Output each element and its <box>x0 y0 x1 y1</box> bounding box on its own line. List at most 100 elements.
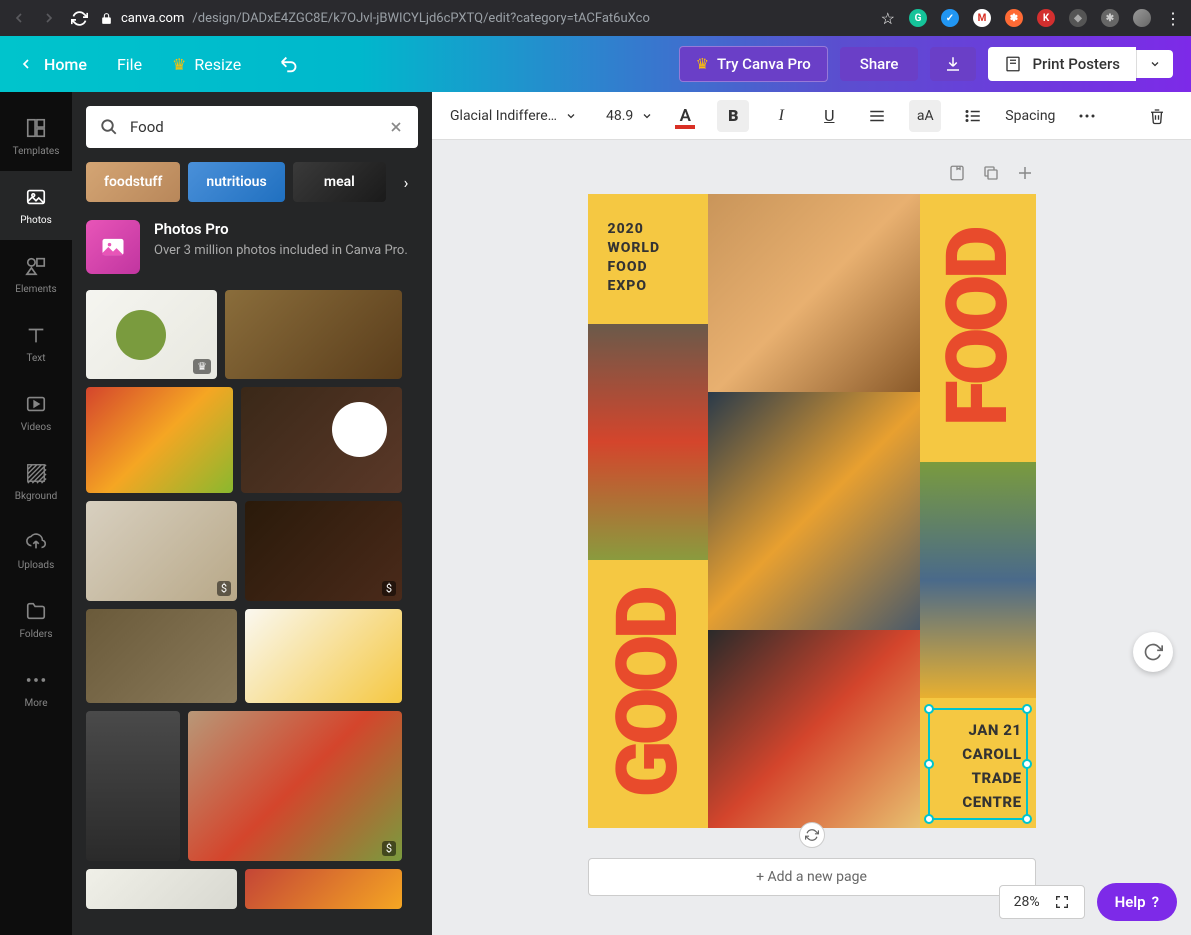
rail-videos[interactable]: Videos <box>0 378 72 447</box>
photo-thumb[interactable] <box>86 869 237 909</box>
ext-gmail[interactable]: M <box>973 9 991 27</box>
home-button[interactable]: Home <box>18 55 87 74</box>
list-button[interactable] <box>957 100 989 132</box>
avatar[interactable] <box>1133 9 1151 27</box>
pro-title: Photos Pro <box>154 220 408 238</box>
underline-button[interactable]: U <box>813 100 845 132</box>
selection-handle[interactable] <box>924 759 934 769</box>
browser-reload[interactable] <box>70 9 88 27</box>
font-select[interactable]: Glacial Indiffere… <box>450 108 590 124</box>
poster-headline[interactable]: 2020 WORLD FOOD EXPO <box>588 194 708 324</box>
selection-handle[interactable] <box>1022 759 1032 769</box>
ext-evernote[interactable]: ◆ <box>1069 9 1087 27</box>
filter-next[interactable]: › <box>394 173 418 192</box>
clear-icon[interactable] <box>388 119 404 135</box>
size-select[interactable]: 48.9 <box>606 108 653 124</box>
zoom-control[interactable]: 28% <box>999 885 1085 919</box>
rail-bkground[interactable]: Bkground <box>0 447 72 516</box>
rotate-fab[interactable] <box>1133 632 1173 672</box>
delete-button[interactable] <box>1141 100 1173 132</box>
duplicate-icon[interactable] <box>982 164 1002 184</box>
poster-image[interactable] <box>708 630 920 828</box>
resize-button[interactable]: ♛ Resize <box>172 55 241 74</box>
add-page-button[interactable]: + Add a new page <box>588 858 1036 896</box>
ext-k[interactable]: K <box>1037 9 1055 27</box>
filter-meal[interactable]: meal <box>293 162 386 202</box>
photo-thumb[interactable] <box>245 609 402 703</box>
url-bar[interactable]: canva.com/design/DADxE4ZGC8E/k7OJvl-jBWI… <box>100 11 869 26</box>
photo-thumb[interactable] <box>86 609 237 703</box>
photo-thumb[interactable]: $ <box>188 711 402 861</box>
try-pro-button[interactable]: ♛ Try Canva Pro <box>679 46 828 82</box>
fullscreen-icon[interactable] <box>1054 894 1070 910</box>
spacing-button[interactable]: Spacing <box>1005 108 1055 124</box>
rail-uploads[interactable]: Uploads <box>0 516 72 585</box>
rail-photos[interactable]: Photos <box>0 171 72 240</box>
ext-grey[interactable]: ✱ <box>1101 9 1119 27</box>
elements-icon <box>24 254 48 278</box>
panel-toggle[interactable]: ‹ <box>424 512 432 592</box>
page-tools <box>588 164 1036 184</box>
selection-handle[interactable] <box>924 704 934 714</box>
filter-row: foodstuff nutritious meal › <box>86 162 418 202</box>
photo-thumb[interactable]: ♛ <box>86 290 217 379</box>
case-button[interactable]: aA <box>909 100 941 132</box>
more-button[interactable] <box>1071 100 1103 132</box>
photo-thumb[interactable]: $ <box>86 501 237 601</box>
pro-banner[interactable]: Photos Pro Over 3 million photos include… <box>86 220 418 274</box>
search-box[interactable] <box>86 106 418 148</box>
poster-image[interactable] <box>708 392 920 630</box>
selection-handle[interactable] <box>1022 704 1032 714</box>
canvas-scroll[interactable]: 2020 WORLD FOOD EXPO FOOD GOOD <box>432 140 1191 935</box>
bold-button[interactable]: B <box>717 100 749 132</box>
italic-button[interactable]: I <box>765 100 797 132</box>
ext-check[interactable]: ✓ <box>941 9 959 27</box>
rail-elements[interactable]: Elements <box>0 240 72 309</box>
nav-rail: Templates Photos Elements Text Videos Bk… <box>0 92 72 935</box>
undo-button[interactable] <box>279 53 301 75</box>
poster-canvas[interactable]: 2020 WORLD FOOD EXPO FOOD GOOD <box>588 194 1036 828</box>
rail-templates[interactable]: Templates <box>0 102 72 171</box>
bottom-bar: 28% Help? <box>999 883 1177 921</box>
poster-food-word[interactable]: FOOD <box>920 194 1036 462</box>
poster-image[interactable] <box>920 462 1036 698</box>
photo-thumb[interactable] <box>245 869 402 909</box>
poster-image[interactable] <box>588 324 708 560</box>
selection-handle[interactable] <box>924 814 934 824</box>
poster-image[interactable] <box>708 194 920 392</box>
photo-thumb[interactable] <box>86 387 233 493</box>
share-button[interactable]: Share <box>840 47 919 81</box>
ext-grammarly[interactable]: G <box>909 9 927 27</box>
poster-good-word[interactable]: GOOD <box>588 560 708 828</box>
sync-button[interactable] <box>799 822 825 848</box>
print-dropdown[interactable] <box>1136 50 1173 78</box>
text-color-button[interactable]: A <box>669 100 701 132</box>
filter-foodstuff[interactable]: foodstuff <box>86 162 180 202</box>
rail-more[interactable]: More <box>0 654 72 723</box>
photo-thumb[interactable] <box>225 290 402 379</box>
crown-icon: ♛ <box>172 55 186 74</box>
selected-textbox[interactable]: JAN 21 CAROLL TRADE CENTRE <box>928 708 1028 820</box>
browser-menu[interactable]: ⋮ <box>1165 9 1181 28</box>
notes-icon[interactable] <box>948 164 968 184</box>
search-input[interactable] <box>130 118 376 136</box>
photo-thumb[interactable] <box>86 711 180 861</box>
ext-orange[interactable]: ✽ <box>1005 9 1023 27</box>
rail-text[interactable]: Text <box>0 309 72 378</box>
file-button[interactable]: File <box>117 55 142 74</box>
videos-icon <box>24 392 48 416</box>
selection-handle[interactable] <box>1022 814 1032 824</box>
print-button[interactable]: Print Posters <box>988 47 1136 81</box>
align-button[interactable] <box>861 100 893 132</box>
photo-thumb[interactable] <box>241 387 402 493</box>
photo-thumb[interactable]: $ <box>245 501 402 601</box>
rail-folders[interactable]: Folders <box>0 585 72 654</box>
filter-nutritious[interactable]: nutritious <box>188 162 284 202</box>
browser-back[interactable] <box>10 9 28 27</box>
star-icon[interactable]: ☆ <box>881 9 895 28</box>
download-button[interactable] <box>930 47 976 81</box>
help-button[interactable]: Help? <box>1097 883 1177 921</box>
browser-forward[interactable] <box>40 9 58 27</box>
chevron-down-icon <box>641 110 653 122</box>
add-icon[interactable] <box>1016 164 1036 184</box>
